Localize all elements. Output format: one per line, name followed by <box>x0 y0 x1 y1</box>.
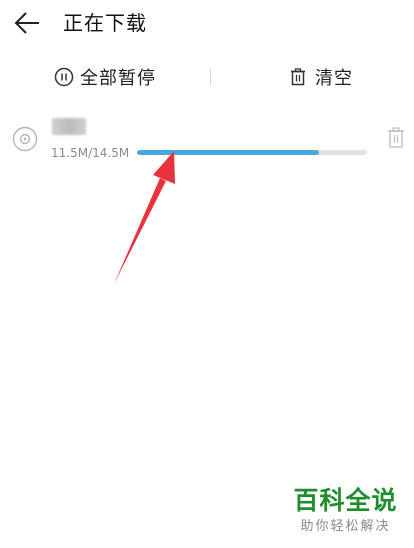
clear-label: 清空 <box>315 68 353 89</box>
page-title: 正在下载 <box>63 11 147 35</box>
watermark-subtitle: 助你轻松解决 <box>300 519 391 534</box>
back-button[interactable] <box>12 8 44 38</box>
pause-all-label: 全部暂停 <box>80 68 156 89</box>
file-name-redacted <box>52 118 86 135</box>
trash-icon <box>388 127 404 148</box>
pause-circle-icon <box>54 67 74 87</box>
arrow-left-icon <box>14 12 39 34</box>
watermark-title: 百科全说 <box>293 486 398 515</box>
download-item[interactable]: 11.5M/14.5M <box>0 112 414 172</box>
download-progress-fill <box>137 150 319 155</box>
watermark: 百科全说 助你轻松解决 <box>288 486 403 536</box>
disc-icon <box>12 126 38 152</box>
app-header: 正在下载 <box>0 0 414 48</box>
clear-all-button[interactable]: 清空 <box>288 62 353 92</box>
trash-icon <box>288 67 308 87</box>
download-size-text: 11.5M/14.5M <box>51 146 130 160</box>
delete-download-button[interactable] <box>385 126 407 150</box>
pause-all-button[interactable]: 全部暂停 <box>54 62 156 92</box>
toolbar-divider <box>210 68 211 86</box>
download-toolbar: 全部暂停 清空 <box>0 58 414 98</box>
download-progress-bar <box>137 150 367 155</box>
